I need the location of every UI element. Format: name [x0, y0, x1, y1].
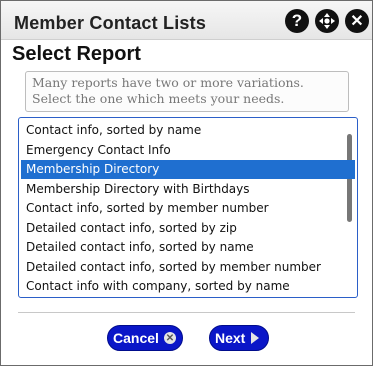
member-contact-lists-dialog: Member Contact Lists ? ✕ Select Report M…	[0, 0, 373, 366]
move-icon[interactable]	[315, 9, 339, 33]
report-list-item[interactable]: Detailed contact info, sorted by zip	[21, 219, 355, 238]
description-text: Many reports have two or more variations…	[25, 71, 349, 112]
title-bar[interactable]: Member Contact Lists ? ✕	[1, 1, 372, 40]
cancel-button[interactable]: Cancel ✕	[107, 325, 183, 351]
cancel-icon: ✕	[163, 332, 176, 344]
report-list-item[interactable]: Membership Directory with Birthdays	[21, 180, 355, 199]
report-listbox[interactable]: Contact info, sorted by name Emergency Co…	[18, 117, 358, 298]
report-list-item[interactable]: Detailed contact info, sorted by name	[21, 238, 355, 257]
cancel-button-label: Cancel	[113, 330, 159, 346]
report-list-item[interactable]: Contact info, sorted by member number	[21, 199, 355, 218]
report-list-item[interactable]: Emergency Contact Info	[21, 141, 355, 160]
next-arrow-icon	[251, 332, 260, 344]
help-icon[interactable]: ?	[285, 9, 309, 33]
divider	[18, 312, 355, 313]
dialog-title: Member Contact Lists	[14, 13, 207, 33]
section-heading: Select Report	[12, 43, 141, 65]
next-button-label: Next	[215, 330, 246, 346]
report-list-item[interactable]: Contact info, sorted by name	[21, 121, 355, 140]
next-button[interactable]: Next	[209, 325, 269, 351]
report-list-item[interactable]: Membership Directory	[21, 160, 355, 179]
report-list-item[interactable]: Contact info with company, sorted by nam…	[21, 277, 355, 296]
close-icon[interactable]: ✕	[345, 9, 369, 33]
report-list-item[interactable]: Detailed contact info, sorted by member …	[21, 258, 355, 277]
